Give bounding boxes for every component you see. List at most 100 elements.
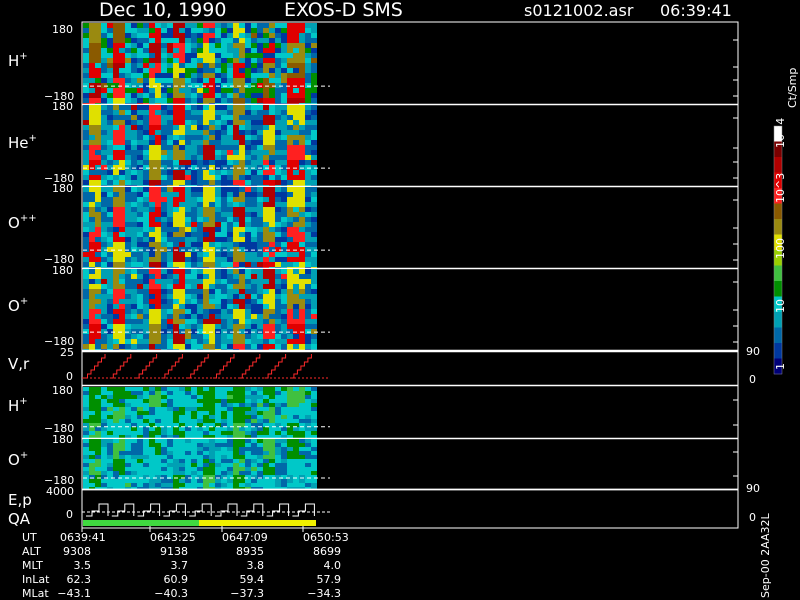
spectrogram-cell <box>185 443 191 447</box>
spectrogram-cell <box>311 130 317 135</box>
spectrogram-cell <box>143 279 149 284</box>
spectrogram-cell <box>125 120 131 125</box>
spectrogram-cell <box>305 165 311 170</box>
spectrogram-cell <box>131 237 137 242</box>
spectrogram-cell <box>215 130 221 135</box>
spectrogram-cell <box>257 299 263 304</box>
spectrogram-cell <box>191 135 197 140</box>
spectrogram-cell <box>101 279 107 284</box>
spectrogram-cell <box>239 487 245 489</box>
spectrogram-cell <box>149 33 155 38</box>
spectrogram-cell <box>173 247 179 252</box>
spectrogram-cell <box>137 58 143 63</box>
spectrogram-cell <box>293 105 299 110</box>
velocity-ramp <box>264 354 287 379</box>
spectrogram-cell <box>227 33 233 38</box>
spectrogram-cell <box>251 319 257 324</box>
spectrogram-cell <box>95 68 101 73</box>
spectrogram-cell <box>233 262 239 267</box>
spectrogram-cell <box>95 33 101 38</box>
spectrogram-cell <box>107 299 113 304</box>
spectrogram-cell <box>101 274 107 279</box>
spectrogram-cell <box>161 415 167 419</box>
spectrogram-cell <box>173 73 179 78</box>
spectrogram-cell <box>89 78 95 83</box>
spectrogram-cell <box>125 217 131 222</box>
spectrogram-cell <box>101 120 107 125</box>
spectrogram-cell <box>305 262 311 267</box>
spectrogram-cell <box>299 294 305 299</box>
spectrogram-cell <box>311 187 317 192</box>
spectrogram-cell <box>125 150 131 155</box>
spectrogram-cell <box>119 314 125 319</box>
spectrogram-cell <box>113 279 119 284</box>
spectrogram-cell <box>233 33 239 38</box>
spectrogram-cell <box>221 58 227 63</box>
spectrogram-cell <box>227 314 233 319</box>
spectrogram-cell <box>107 463 113 467</box>
spectrogram-cell <box>197 483 203 487</box>
spectrogram-cell <box>293 242 299 247</box>
spectrogram-cell <box>137 447 143 451</box>
spectrogram-cell <box>185 160 191 165</box>
spectrogram-cell <box>185 439 191 443</box>
spectrogram-cell <box>173 110 179 115</box>
spectrogram-cell <box>149 391 155 395</box>
spectrogram-cell <box>131 130 137 135</box>
spectrogram-cell <box>239 395 245 399</box>
spectrogram-cell <box>227 232 233 237</box>
spectrogram-cell <box>257 88 263 93</box>
spectrogram-cell <box>305 324 311 329</box>
spectrogram-cell <box>227 387 233 391</box>
spectrogram-cell <box>197 334 203 339</box>
spectrogram-cell <box>257 309 263 314</box>
spectrogram-cell <box>179 314 185 319</box>
spectrogram-cell <box>143 135 149 140</box>
spectrogram-cell <box>245 180 251 185</box>
spectrogram-cell <box>167 284 173 289</box>
spectrogram-cell <box>149 269 155 274</box>
spectrogram-cell <box>89 399 95 403</box>
spectrogram-cell <box>281 447 287 451</box>
spectrogram-cell <box>203 443 209 447</box>
spectrogram-cell <box>209 88 215 93</box>
spectrogram-cell <box>149 467 155 471</box>
spectrogram-cell <box>299 145 305 150</box>
spectrogram-cell <box>191 93 197 98</box>
spectrogram-cell <box>299 387 305 391</box>
spectrogram-cell <box>119 155 125 160</box>
spectrogram-cell <box>311 88 317 93</box>
spectrogram-cell <box>167 407 173 411</box>
spectrogram-cell <box>245 212 251 217</box>
spectrogram-cell <box>131 38 137 43</box>
spectrogram-cell <box>179 175 185 180</box>
ytick-h-top: 180 <box>52 23 73 36</box>
spectrogram-cell <box>89 232 95 237</box>
spectrogram-cell <box>167 180 173 185</box>
spectrogram-cell <box>311 170 317 175</box>
spectrogram-cell <box>197 232 203 237</box>
spectrogram-cell <box>281 63 287 68</box>
spectrogram-cell <box>101 48 107 53</box>
spectrogram-cell <box>167 329 173 334</box>
spectrogram-cell <box>251 463 257 467</box>
spectrogram-cell <box>245 299 251 304</box>
spectrogram-cell <box>275 247 281 252</box>
spectrogram-cell <box>287 212 293 217</box>
spectrogram-cell <box>233 197 239 202</box>
spectrogram-cell <box>119 407 125 411</box>
spectrogram-cell <box>293 115 299 120</box>
spectrogram-cell <box>299 431 305 435</box>
spectrogram-cell <box>293 284 299 289</box>
spectrogram-cell <box>221 463 227 467</box>
spectrogram-cell <box>131 180 137 185</box>
spectrogram-cell <box>239 284 245 289</box>
spectrogram-cell <box>143 170 149 175</box>
spectrogram-cell <box>197 217 203 222</box>
spectrogram-cell <box>299 58 305 63</box>
spectrogram-cell <box>95 299 101 304</box>
spectrogram-cell <box>281 237 287 242</box>
spectrogram-cell <box>173 93 179 98</box>
spectrogram-cell <box>107 269 113 274</box>
spectrogram-cell <box>281 483 287 487</box>
